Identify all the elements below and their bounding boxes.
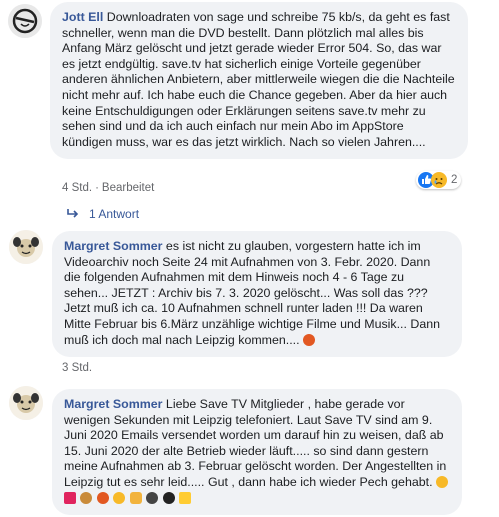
reaction-summary[interactable]: 2 xyxy=(416,171,462,189)
replies-count-label: 1 Antwort xyxy=(89,207,140,221)
comment-time[interactable]: 4 Std. xyxy=(62,182,92,194)
comment-bubble: Jott Ell Downloadraten von sage und schr… xyxy=(50,2,468,160)
avatar-image xyxy=(8,4,42,38)
sad-reaction-icon xyxy=(431,172,447,188)
comment-time[interactable]: 3 Std. xyxy=(62,362,92,374)
bomb-icon xyxy=(162,491,175,504)
comment-text: Downloadraten von sage und schreibe 75 k… xyxy=(62,10,455,149)
avatar[interactable] xyxy=(9,386,43,420)
reply-arrow-icon xyxy=(67,209,79,218)
angry-face-icon xyxy=(96,491,109,504)
edited-label[interactable]: Bearbeitet xyxy=(102,182,154,194)
comment-bubble: Margret Sommer es ist nicht zu glauben, … xyxy=(52,231,462,358)
crying-face-icon xyxy=(435,475,448,488)
gorilla-icon xyxy=(146,491,159,504)
reaction-count: 2 xyxy=(451,174,458,186)
avatar-image xyxy=(9,230,43,264)
lightning-icon xyxy=(179,491,192,504)
view-replies-link[interactable]: 1 Antwort xyxy=(66,207,139,221)
expressionless-face-icon xyxy=(113,491,126,504)
avatar[interactable] xyxy=(8,4,42,38)
snail-icon xyxy=(80,491,93,504)
avatar[interactable] xyxy=(9,230,43,264)
comment-bubble: Margret Sommer Liebe Save TV Mitglieder … xyxy=(52,389,462,516)
broken-heart-icon xyxy=(64,491,76,504)
thumbs-down-icon xyxy=(129,491,142,504)
comment-text: es ist nicht zu glauben, vorgestern hatt… xyxy=(64,239,441,347)
comment-author[interactable]: Jott Ell xyxy=(62,10,103,24)
comment-meta: 3 Std. xyxy=(62,362,92,374)
comment-meta: 4 Std. · Bearbeitet xyxy=(62,182,155,194)
avatar-image xyxy=(9,386,43,420)
comment-author[interactable]: Margret Sommer xyxy=(64,239,162,253)
angry-face-icon xyxy=(302,333,315,346)
comment-author[interactable]: Margret Sommer xyxy=(64,397,162,411)
